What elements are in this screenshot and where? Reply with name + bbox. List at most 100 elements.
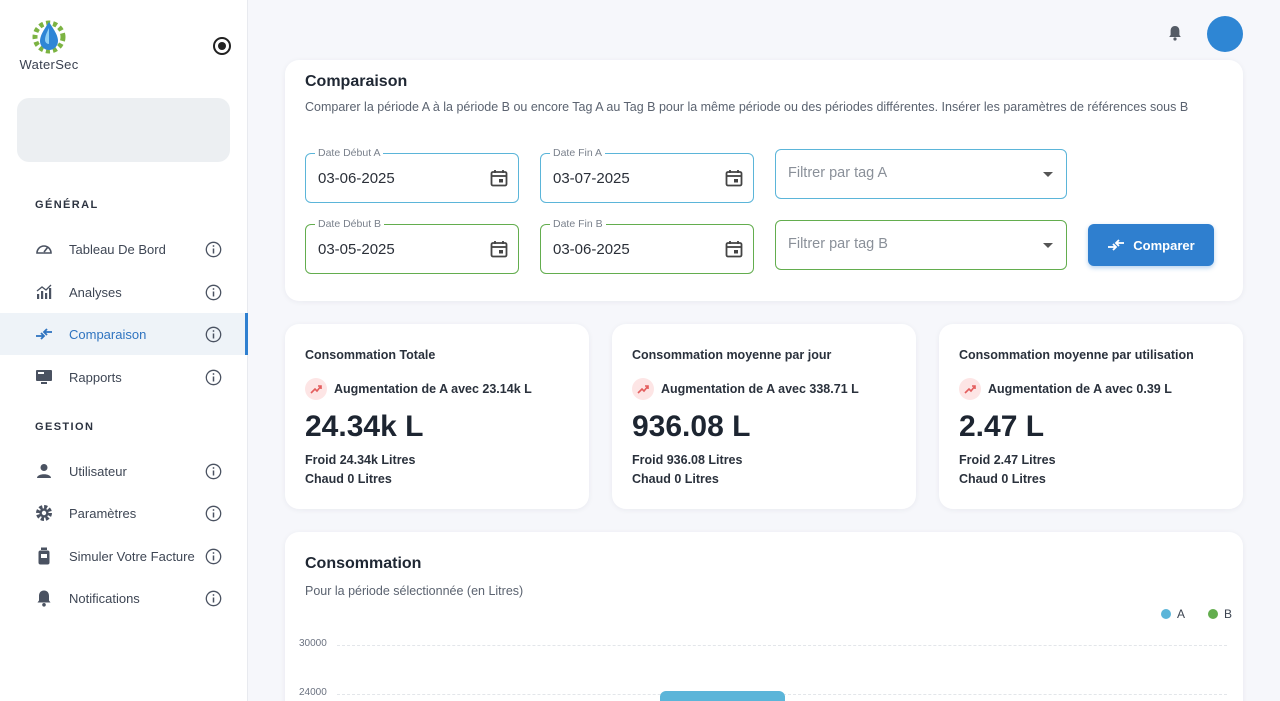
watersec-logo-icon [32,20,66,54]
dropdown-caret-icon [1043,243,1053,248]
info-icon[interactable] [205,590,222,607]
field-label: Date Fin A [550,147,606,159]
select-placeholder: Filtrer par tag B [788,236,888,252]
field-value: 03-05-2025 [318,241,395,258]
consumption-chart-card: Consommation Pour la période sélectionné… [285,532,1243,701]
stat-value: 2.47 L [959,410,1045,443]
section-title-general: GÉNÉRAL [35,199,99,211]
field-label: Date Début A [315,147,384,159]
trend-text: Augmentation de A avec 0.39 L [988,382,1172,396]
calendar-icon[interactable] [489,239,509,259]
y-tick-label: 30000 [299,638,327,649]
sidebar-item-label: Comparaison [69,326,147,342]
user-icon [37,464,51,478]
calendar-icon[interactable] [724,168,744,188]
field-label: Date Début B [315,218,385,230]
app-name: WaterSec [19,57,79,72]
info-icon[interactable] [205,241,222,258]
legend-label: A [1177,607,1186,621]
app-logo[interactable]: WaterSec [16,16,82,72]
sidebar-item-tableau-de-bord[interactable]: Tableau De Bord [0,228,248,270]
info-icon[interactable] [205,369,222,386]
gridline [337,645,1227,646]
info-icon[interactable] [205,505,222,522]
notification-bell-icon[interactable] [1166,24,1184,42]
sidebar-item-label: Tableau De Bord [69,241,166,257]
end-date-b-field[interactable]: Date Fin B 03-06-2025 [540,218,754,274]
select-placeholder: Filtrer par tag A [788,165,888,181]
dropdown-caret-icon [1043,172,1053,177]
legend-dot-a [1161,609,1171,619]
sidebar-item-utilisateur[interactable]: Utilisateur [0,450,248,492]
tag-b-select[interactable]: Filtrer par tag B [775,220,1067,270]
bar-series-a[interactable] [660,691,785,701]
gear-icon [36,505,52,521]
tag-a-select[interactable]: Filtrer par tag A [775,149,1067,199]
user-avatar[interactable] [1207,16,1243,52]
bell-icon [37,590,51,607]
stat-title: Consommation moyenne par utilisation [959,348,1194,362]
stat-cold: Froid 936.08 Litres [632,453,743,467]
stat-hot: Chaud 0 Litres [959,472,1046,486]
stat-card-per-day: Consommation moyenne par jour Augmentati… [612,324,916,509]
start-date-b-field[interactable]: Date Début B 03-05-2025 [305,218,519,274]
stat-value: 24.34k L [305,410,424,443]
stat-title: Consommation Totale [305,348,436,362]
trend-up-icon [305,378,327,400]
stat-cold: Froid 2.47 Litres [959,453,1056,467]
end-date-a-field[interactable]: Date Fin A 03-07-2025 [540,147,754,203]
chart-title: Consommation [305,555,422,572]
comparison-description: Comparer la période A à la période B ou … [305,100,1189,114]
sidebar-item-rapports[interactable]: Rapports [0,356,248,398]
legend-item-a[interactable]: A [1161,607,1185,621]
sidebar-item-label: Analyses [69,284,122,300]
sidebar-item-comparaison[interactable]: Comparaison [0,313,248,355]
trend-text: Augmentation de A avec 338.71 L [661,382,859,396]
dashboard-gauge-icon [36,245,52,254]
stat-card-total: Consommation Totale Augmentation de A av… [285,324,589,509]
sidebar-item-label: Utilisateur [69,463,127,479]
field-value: 03-06-2025 [318,170,395,187]
chart-subtitle: Pour la période sélectionnée (en Litres) [305,584,524,598]
stat-hot: Chaud 0 Litres [305,472,392,486]
trend-up-icon [632,378,654,400]
start-date-a-field[interactable]: Date Début A 03-06-2025 [305,147,519,203]
stat-cold: Froid 24.34k Litres [305,453,416,467]
sidebar-collapse-toggle[interactable] [213,37,231,55]
section-title-gestion: GESTION [35,421,95,433]
field-value: 03-07-2025 [553,170,630,187]
calendar-icon[interactable] [724,239,744,259]
info-icon[interactable] [205,326,222,343]
monitor-report-icon [36,370,52,384]
field-value: 03-06-2025 [553,241,630,258]
compare-button[interactable]: Comparer [1088,224,1214,266]
sidebar-item-parametres[interactable]: Paramètres [0,492,248,534]
analytics-chart-icon [36,284,52,299]
info-icon[interactable] [205,548,222,565]
sidebar: WaterSec GÉNÉRAL Tableau De Bord Analyse… [0,0,248,701]
info-icon[interactable] [205,284,222,301]
sidebar-item-simuler-facture[interactable]: Simuler Votre Facture [0,535,248,577]
stat-hot: Chaud 0 Litres [632,472,719,486]
sidebar-item-label: Paramètres [69,505,137,521]
info-icon[interactable] [205,463,222,480]
legend-item-b[interactable]: B [1208,607,1232,621]
comparison-title: Comparaison [305,73,408,90]
sidebar-item-label: Notifications [69,590,140,606]
calendar-icon[interactable] [489,168,509,188]
sidebar-item-analyses[interactable]: Analyses [0,271,248,313]
compare-button-label: Comparer [1133,237,1195,253]
compare-arrows-icon [36,328,52,340]
trend-up-icon [959,378,981,400]
sidebar-item-notifications[interactable]: Notifications [0,577,248,619]
field-label: Date Fin B [550,218,606,230]
profile-card[interactable] [17,98,230,162]
meter-icon [38,547,50,565]
stat-value: 936.08 L [632,410,751,443]
legend-dot-b [1208,609,1218,619]
radio-dot-icon [218,42,226,50]
trend-text: Augmentation de A avec 23.14k L [334,382,532,396]
stat-title: Consommation moyenne par jour [632,348,832,362]
stat-card-per-use: Consommation moyenne par utilisation Aug… [939,324,1243,509]
sidebar-item-label: Rapports [69,369,122,385]
